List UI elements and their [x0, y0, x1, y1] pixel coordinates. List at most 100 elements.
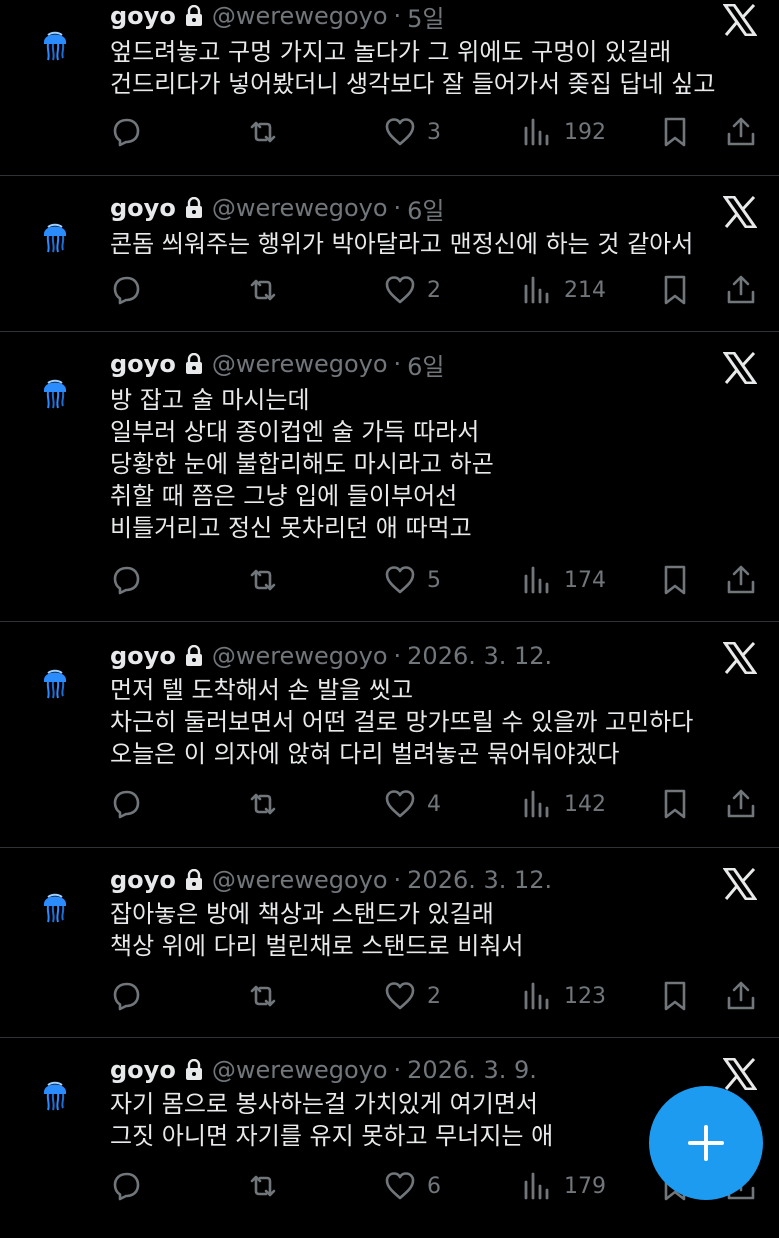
views-button[interactable]: 214 — [520, 270, 606, 310]
share-button[interactable] — [724, 560, 758, 600]
repost-button[interactable] — [246, 112, 290, 152]
reply-icon — [108, 115, 142, 149]
bookmark-button[interactable] — [658, 560, 692, 600]
repost-icon — [246, 115, 280, 149]
bookmark-button[interactable] — [658, 976, 692, 1016]
reply-button[interactable] — [108, 784, 152, 824]
timestamp[interactable]: 6일 — [407, 191, 444, 226]
x-logo-icon — [723, 868, 757, 900]
user-handle[interactable]: @werewegoyo — [212, 2, 388, 30]
jellyfish-icon[interactable] — [40, 890, 70, 924]
bookmark-button[interactable] — [658, 270, 692, 310]
like-button[interactable]: 5 — [383, 560, 441, 600]
like-button[interactable]: 2 — [383, 976, 441, 1016]
repost-icon — [246, 563, 280, 597]
like-count: 4 — [427, 791, 441, 817]
views-button[interactable]: 192 — [520, 112, 606, 152]
tweet[interactable]: goyo @werewegoyo · 6일 콘돔 씌워주는 행위가 박아달라고 … — [0, 176, 779, 332]
lock-icon — [184, 353, 204, 375]
jellyfish-icon[interactable] — [40, 1078, 70, 1112]
x-logo-icon — [723, 4, 757, 36]
user-handle[interactable]: @werewegoyo — [212, 1056, 388, 1084]
jellyfish-icon[interactable] — [40, 666, 70, 700]
timestamp[interactable]: 6일 — [407, 347, 444, 382]
tweet-text: 자기 몸으로 봉사하는걸 가치있게 여기면서 그짓 아니면 자기를 유지 못하고… — [110, 1090, 554, 1150]
bookmark-icon — [658, 115, 692, 149]
reply-icon — [108, 273, 142, 307]
share-button[interactable] — [724, 270, 758, 310]
repost-button[interactable] — [246, 1166, 290, 1206]
repost-button[interactable] — [246, 560, 290, 600]
reply-button[interactable] — [108, 270, 152, 310]
timestamp[interactable]: 2026. 3. 12. — [407, 866, 552, 894]
reply-button[interactable] — [108, 1166, 152, 1206]
lock-icon — [184, 5, 204, 27]
reply-button[interactable] — [108, 560, 152, 600]
tweet[interactable]: goyo @werewegoyo · 5일 엎드려놓고 구멍 가지고 놀다가 그… — [0, 0, 779, 176]
like-button[interactable]: 2 — [383, 270, 441, 310]
like-button[interactable]: 6 — [383, 1166, 441, 1206]
jellyfish-icon[interactable] — [40, 28, 70, 62]
user-handle[interactable]: @werewegoyo — [212, 642, 388, 670]
share-icon — [724, 273, 758, 307]
reply-icon — [108, 787, 142, 821]
repost-button[interactable] — [246, 270, 290, 310]
tweet-text: 엎드려놓고 구멍 가지고 놀다가 그 위에도 구멍이 있길래 건드리다가 넣어봤… — [110, 38, 716, 98]
repost-button[interactable] — [246, 784, 290, 824]
bookmark-icon — [658, 979, 692, 1013]
jellyfish-icon[interactable] — [40, 220, 70, 254]
tweet[interactable]: goyo @werewegoyo · 2026. 3. 12. 잡아놓은 방에 … — [0, 848, 779, 1038]
user-handle[interactable]: @werewegoyo — [212, 350, 388, 378]
views-button[interactable]: 123 — [520, 976, 606, 1016]
bookmark-button[interactable] — [658, 112, 692, 152]
view-count: 142 — [564, 791, 606, 817]
tweet[interactable]: goyo @werewegoyo · 6일 방 잡고 술 마시는데 일부러 상대… — [0, 332, 779, 622]
jellyfish-icon[interactable] — [40, 376, 70, 410]
share-button[interactable] — [724, 784, 758, 824]
tweet[interactable]: goyo @werewegoyo · 2026. 3. 12. 먼저 텔 도착해… — [0, 622, 779, 848]
display-name[interactable]: goyo — [110, 2, 176, 30]
reply-button[interactable] — [108, 112, 152, 152]
display-name[interactable]: goyo — [110, 1056, 176, 1084]
tweet-header: goyo @werewegoyo · 2026. 3. 12. — [110, 860, 552, 900]
compose-button[interactable] — [649, 1086, 763, 1200]
display-name[interactable]: goyo — [110, 194, 176, 222]
views-icon — [520, 787, 554, 821]
reply-icon — [108, 979, 142, 1013]
x-logo-icon — [723, 352, 757, 384]
share-button[interactable] — [724, 976, 758, 1016]
x-logo-icon — [723, 642, 757, 674]
separator-dot: · — [393, 194, 402, 222]
tweet-header: goyo @werewegoyo · 2026. 3. 12. — [110, 636, 552, 676]
repost-button[interactable] — [246, 976, 290, 1016]
like-button[interactable]: 3 — [383, 112, 441, 152]
bookmark-icon — [658, 563, 692, 597]
separator-dot: · — [393, 1056, 402, 1084]
lock-icon — [184, 197, 204, 219]
share-icon — [724, 787, 758, 821]
display-name[interactable]: goyo — [110, 350, 176, 378]
timestamp[interactable]: 5일 — [407, 0, 444, 34]
user-handle[interactable]: @werewegoyo — [212, 866, 388, 894]
share-button[interactable] — [724, 112, 758, 152]
tweet-text: 먼저 텔 도착해서 손 발을 씻고 차근히 둘러보면서 어떤 걸로 망가뜨릴 수… — [110, 676, 694, 768]
like-button[interactable]: 4 — [383, 784, 441, 824]
plus-icon — [688, 1125, 724, 1161]
display-name[interactable]: goyo — [110, 642, 176, 670]
display-name[interactable]: goyo — [110, 866, 176, 894]
reply-icon — [108, 1169, 142, 1203]
views-button[interactable]: 174 — [520, 560, 606, 600]
user-handle[interactable]: @werewegoyo — [212, 194, 388, 222]
bookmark-button[interactable] — [658, 784, 692, 824]
view-count: 179 — [564, 1173, 606, 1199]
bookmark-icon — [658, 273, 692, 307]
timestamp[interactable]: 2026. 3. 12. — [407, 642, 552, 670]
separator-dot: · — [393, 350, 402, 378]
views-button[interactable]: 179 — [520, 1166, 606, 1206]
timestamp[interactable]: 2026. 3. 9. — [407, 1056, 537, 1084]
reply-button[interactable] — [108, 976, 152, 1016]
views-button[interactable]: 142 — [520, 784, 606, 824]
views-icon — [520, 979, 554, 1013]
separator-dot: · — [393, 866, 402, 894]
like-count: 2 — [427, 277, 441, 303]
